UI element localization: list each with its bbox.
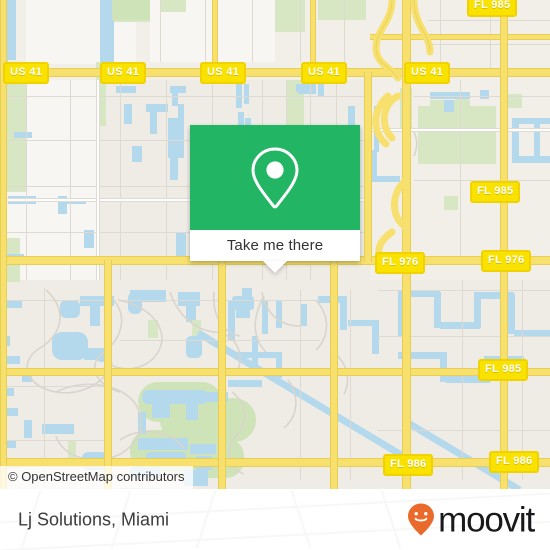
- road-shield: FL 976: [375, 252, 426, 274]
- road-shield: FL 976: [481, 250, 532, 272]
- road-shield: US 41: [3, 62, 50, 84]
- take-me-there-button[interactable]: Take me there: [190, 230, 360, 261]
- road-shield: FL 985: [478, 359, 529, 381]
- road-shield: FL 986: [383, 454, 434, 476]
- road-shield: FL 985: [467, 0, 518, 17]
- osm-attribution[interactable]: © OpenStreetMap contributors: [0, 466, 193, 489]
- road-shield: US 41: [100, 62, 147, 84]
- map-canvas[interactable]: US 41 US 41 US 41 US 41 US 41 FL 985 FL 985 FL …: [0, 0, 550, 489]
- road-shield: US 41: [301, 62, 348, 84]
- road-shield: US 41: [404, 62, 451, 84]
- moovit-smiley-pin-icon: [408, 503, 435, 536]
- road-shield: FL 986: [489, 451, 540, 473]
- moovit-logo[interactable]: moovit: [406, 500, 535, 539]
- footer-bar: Lj Solutions, Miami moovit: [0, 489, 550, 550]
- brand-wordmark: moovit: [438, 500, 535, 539]
- moovit-map-screenshot: US 41 US 41 US 41 US 41 US 41 FL 985 FL 985 FL …: [0, 0, 550, 550]
- card-header: [190, 125, 360, 230]
- place-title: Lj Solutions, Miami: [18, 509, 170, 529]
- road-shield: FL 985: [470, 181, 521, 203]
- card-pointer-tail: [263, 261, 287, 273]
- road-shield: US 41: [200, 62, 247, 84]
- place-callout-card[interactable]: Take me there: [190, 125, 360, 273]
- location-pin-icon: [251, 146, 299, 208]
